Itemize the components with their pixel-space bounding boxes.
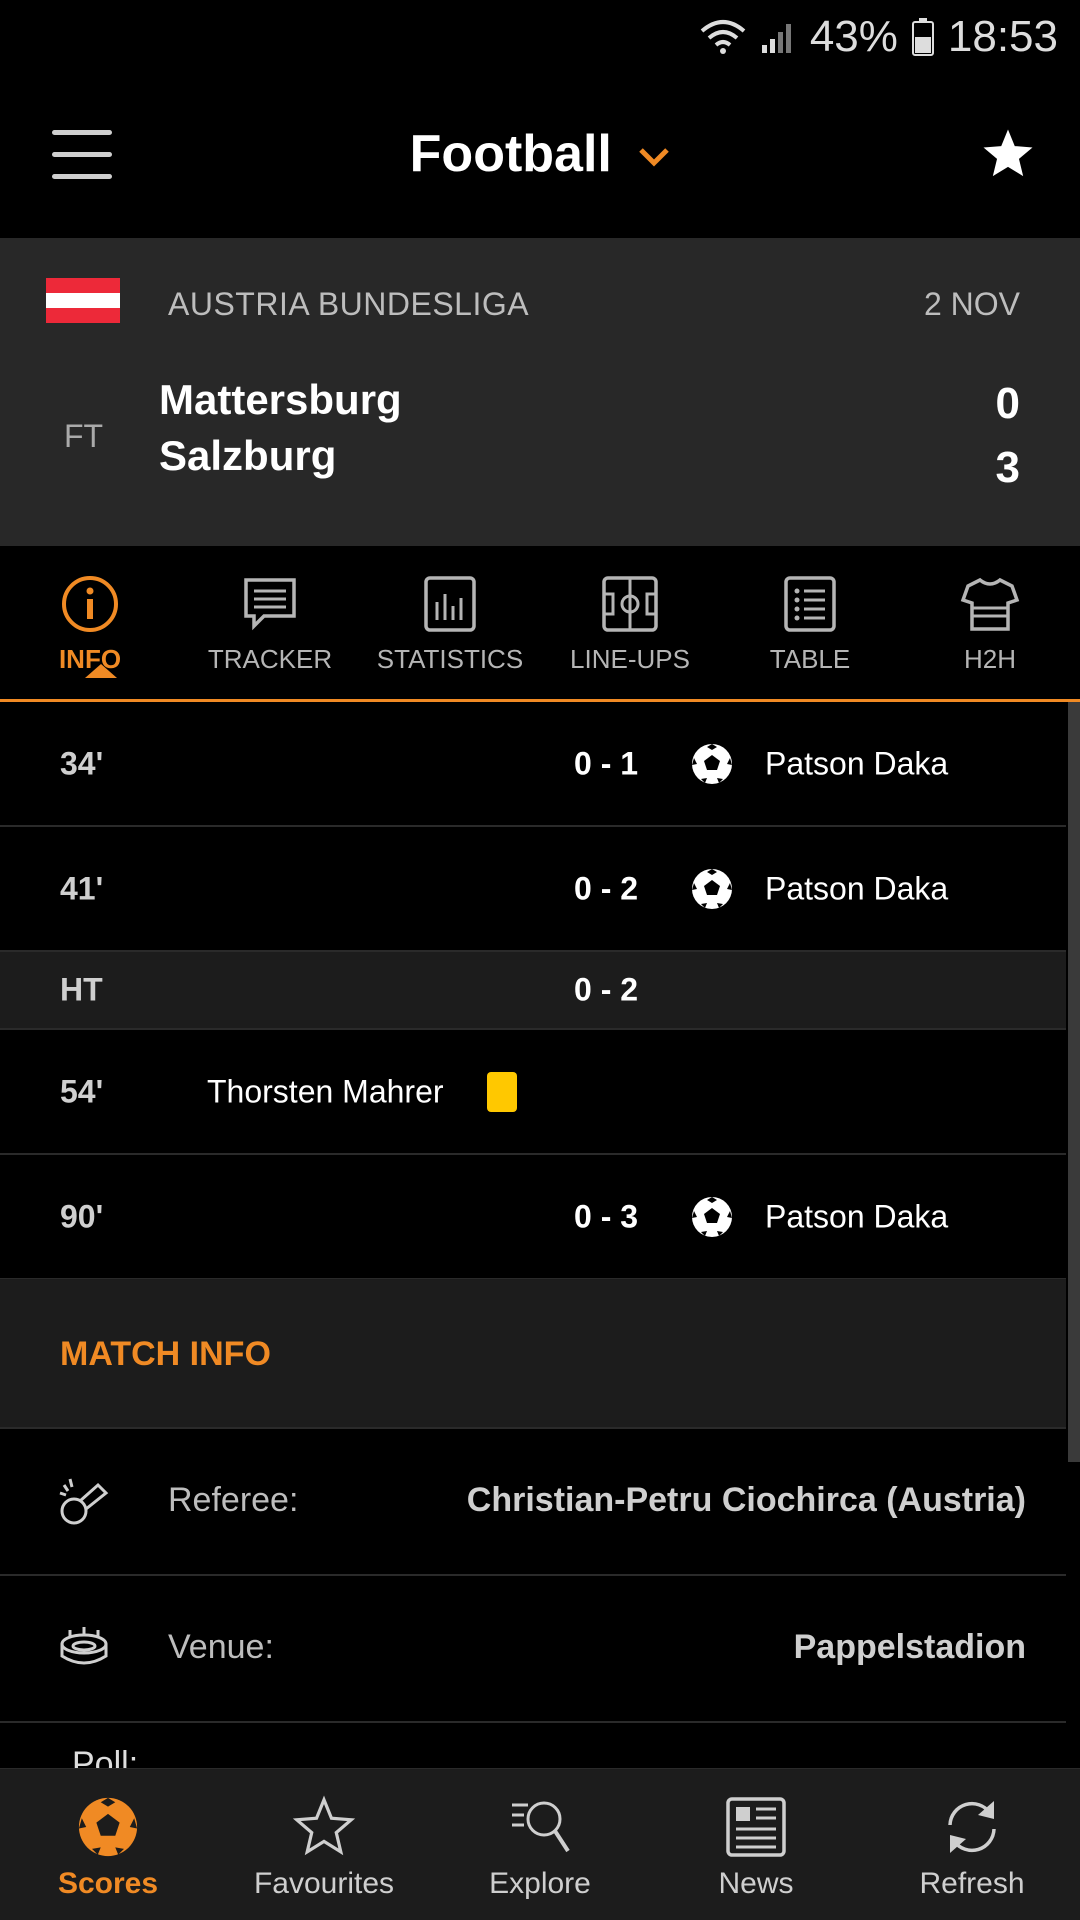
signal-icon	[761, 24, 791, 53]
away-score: 3	[995, 443, 1020, 492]
event-row-goal[interactable]: 41' 0 - 2 Patson Daka	[0, 827, 1066, 952]
sport-selector[interactable]: Football	[0, 124, 1080, 184]
event-score: 0 - 1	[574, 745, 639, 781]
event-minute: HT	[60, 971, 103, 1008]
event-player: Patson Daka	[765, 1198, 949, 1234]
event-row-goal[interactable]: 34' 0 - 1 Patson Daka	[0, 702, 1066, 827]
yellow-card-icon	[487, 1071, 517, 1112]
event-row-goal[interactable]: 90' 0 - 3 Patson Daka	[0, 1155, 1066, 1280]
nav-label: Refresh	[919, 1867, 1025, 1900]
soccer-ball-icon	[78, 1797, 138, 1857]
match-header: AUSTRIA BUNDESLIGA 2 NOV FT Mattersburg …	[0, 238, 1080, 546]
favorite-star-icon[interactable]	[980, 126, 1036, 182]
nav-label: News	[718, 1867, 794, 1900]
venue-row: Venue: Pappelstadion	[0, 1576, 1066, 1723]
active-tab-indicator	[85, 664, 117, 678]
nav-label: Scores	[57, 1867, 159, 1900]
referee-label: Referee:	[168, 1481, 299, 1519]
soccer-ball-icon	[692, 868, 732, 909]
austria-flag-icon	[46, 278, 120, 323]
nav-explore[interactable]: Explore	[432, 1795, 648, 1901]
bar-chart-icon	[424, 576, 476, 632]
clock: 18:53	[947, 12, 1058, 61]
star-outline-icon	[292, 1795, 356, 1856]
list-icon	[784, 576, 836, 632]
tab-table[interactable]: TABLE	[730, 574, 890, 675]
tab-label: TRACKER	[207, 644, 333, 674]
match-tabs: INFO TRACKER STATISTICS LINE-UPS TABLE H…	[0, 546, 1080, 702]
battery-percent: 43%	[809, 12, 898, 61]
newspaper-icon	[726, 1797, 786, 1857]
event-score: 0 - 2	[574, 971, 639, 1008]
info-icon	[62, 576, 118, 632]
referee-row: Referee: Christian-Petru Ciochirca (Aust…	[0, 1429, 1066, 1576]
soccer-ball-icon	[692, 743, 732, 784]
nav-label: Explore	[489, 1867, 591, 1900]
soccer-ball-icon	[692, 1196, 732, 1237]
event-minute: 90'	[60, 1198, 104, 1234]
refresh-icon	[948, 1801, 996, 1853]
sport-title: Football	[409, 125, 612, 183]
venue-label: Venue:	[168, 1628, 274, 1666]
referee-value: Christian-Petru Ciochirca (Austria)	[466, 1481, 1026, 1519]
home-team[interactable]: Mattersburg	[159, 376, 402, 424]
tab-h2h[interactable]: H2H	[910, 574, 1070, 675]
scrollbar[interactable]	[1068, 702, 1080, 1462]
event-minute: 34'	[60, 745, 104, 781]
event-score: 0 - 3	[574, 1198, 639, 1234]
chevron-down-icon	[639, 148, 670, 167]
venue-value[interactable]: Pappelstadion	[794, 1628, 1026, 1667]
match-info-header: MATCH INFO	[0, 1279, 1066, 1429]
nav-favourites[interactable]: Favourites	[216, 1795, 432, 1901]
away-team[interactable]: Salzburg	[159, 432, 336, 480]
status-indicators: 43% 18:53	[700, 12, 1058, 62]
match-events-list: 34' 0 - 1 Patson Daka 41' 0 - 2 Patson D…	[0, 702, 1066, 1280]
wifi-icon	[700, 20, 746, 54]
match-status: FT	[64, 418, 104, 454]
tab-label: LINE-UPS	[570, 644, 690, 674]
event-row-yellow-card[interactable]: 54' Thorsten Mahrer	[0, 1030, 1066, 1155]
app-bar: Football	[0, 80, 1080, 238]
chat-bubble-icon	[244, 578, 296, 631]
status-bar: 43% 18:53	[0, 0, 1080, 80]
tab-tracker[interactable]: TRACKER	[190, 574, 350, 675]
nav-news[interactable]: News	[648, 1795, 864, 1901]
tab-line-ups[interactable]: LINE-UPS	[550, 574, 710, 675]
event-player: Patson Daka	[765, 870, 949, 906]
tab-label: TABLE	[769, 644, 851, 674]
jersey-icon	[960, 577, 1020, 631]
event-score: 0 - 2	[574, 870, 639, 906]
bottom-navigation: Scores Favourites Explore News Refresh	[0, 1768, 1080, 1920]
explore-search-icon	[512, 1801, 570, 1853]
nav-refresh[interactable]: Refresh	[864, 1795, 1080, 1901]
event-minute: 54'	[60, 1073, 104, 1109]
event-player: Thorsten Mahrer	[207, 1073, 444, 1109]
battery-icon	[911, 18, 934, 56]
tab-info[interactable]: INFO	[10, 574, 170, 678]
pitch-icon	[602, 576, 658, 632]
stadium-icon	[60, 1627, 108, 1665]
event-player: Patson Daka	[765, 745, 949, 781]
event-minute: 41'	[60, 870, 104, 906]
section-title: MATCH INFO	[60, 1335, 271, 1373]
match-date: 2 NOV	[923, 286, 1020, 322]
nav-label: Favourites	[253, 1867, 395, 1900]
home-score: 0	[995, 379, 1020, 428]
tab-label: STATISTICS	[376, 644, 524, 674]
tab-label: H2H	[963, 644, 1016, 674]
event-row-halftime: HT 0 - 2	[0, 952, 1066, 1030]
tab-statistics[interactable]: STATISTICS	[370, 574, 530, 675]
league-name[interactable]: AUSTRIA BUNDESLIGA	[168, 286, 529, 323]
nav-scores[interactable]: Scores	[0, 1795, 216, 1901]
whistle-icon	[59, 1478, 109, 1525]
